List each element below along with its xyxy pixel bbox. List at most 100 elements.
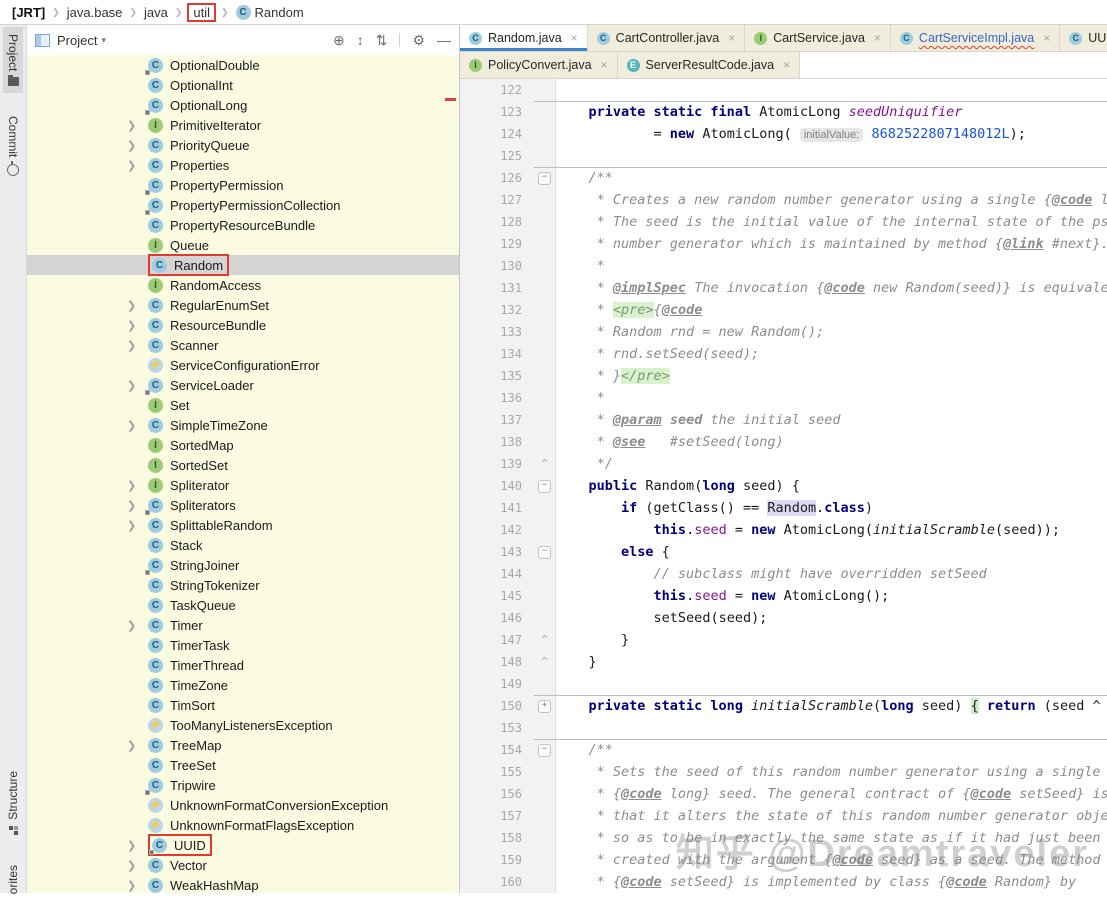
- locate-icon[interactable]: ⊕: [333, 32, 345, 49]
- tree-item-stringtokenizer[interactable]: C StringTokenizer: [27, 575, 459, 595]
- tree-item-toomanylistenersexception[interactable]: ⚡ TooManyListenersException: [27, 715, 459, 735]
- fold-marker-icon[interactable]: ^: [534, 629, 556, 651]
- tree-item-set[interactable]: I Set: [27, 395, 459, 415]
- tab-cartcontroller-java[interactable]: C CartController.java ×: [587, 25, 746, 51]
- tab-cartservice-java[interactable]: I CartService.java ×: [745, 25, 891, 51]
- fold-marker-icon[interactable]: −: [534, 167, 556, 189]
- code-editor[interactable]: 122 123 private static final AtomicLong s…: [460, 79, 1107, 893]
- tree-item-regularenumset[interactable]: ❯ C RegularEnumSet: [27, 295, 459, 315]
- tree-item-propertypermission[interactable]: C PropertyPermission: [27, 175, 459, 195]
- expand-arrow-icon[interactable]: ❯: [127, 479, 148, 492]
- collapse-region-icon[interactable]: −: [538, 743, 551, 757]
- expand-arrow-icon[interactable]: ❯: [127, 419, 148, 432]
- expand-arrow-icon[interactable]: ❯: [127, 859, 148, 872]
- tree-item-timerthread[interactable]: C TimerThread: [27, 655, 459, 675]
- tree-item-randomaccess[interactable]: I RandomAccess: [27, 275, 459, 295]
- breadcrumb-item-javabase[interactable]: java.base: [67, 5, 123, 20]
- settings-icon[interactable]: ⚙: [412, 32, 425, 49]
- expand-arrow-icon[interactable]: ❯: [127, 139, 148, 152]
- chevron-down-icon[interactable]: ▾: [101, 35, 106, 46]
- project-view-selector[interactable]: Project: [57, 33, 97, 48]
- tree-item-priorityqueue[interactable]: ❯ C PriorityQueue: [27, 135, 459, 155]
- expand-arrow-icon[interactable]: ❯: [127, 299, 148, 312]
- tree-item-taskqueue[interactable]: C TaskQueue: [27, 595, 459, 615]
- tree-item-sortedmap[interactable]: I SortedMap: [27, 435, 459, 455]
- tree-item-scanner[interactable]: ❯ C Scanner: [27, 335, 459, 355]
- tree-item-stringjoiner[interactable]: C StringJoiner: [27, 555, 459, 575]
- tree-item-unknownformatconversionexception[interactable]: ⚡ UnknownFormatConversionException: [27, 795, 459, 815]
- tree-item-simpletimezone[interactable]: ❯ C SimpleTimeZone: [27, 415, 459, 435]
- tab-uuid[interactable]: CUUID×: [1060, 25, 1107, 51]
- tree-item-spliterators[interactable]: ❯ C Spliterators: [27, 495, 459, 515]
- expand-region-icon[interactable]: +: [538, 699, 551, 713]
- tab-random-java[interactable]: C Random.java ×: [460, 25, 588, 51]
- fold-marker-icon[interactable]: −: [534, 541, 556, 563]
- tree-item-stack[interactable]: C Stack: [27, 535, 459, 555]
- hide-icon[interactable]: —: [437, 32, 451, 48]
- fold-marker-icon[interactable]: ^: [534, 651, 556, 673]
- tree-item-properties[interactable]: ❯ C Properties: [27, 155, 459, 175]
- tree-item-optionallong[interactable]: C OptionalLong: [27, 95, 459, 115]
- fold-marker-icon[interactable]: +: [534, 695, 556, 717]
- close-icon[interactable]: ×: [728, 31, 735, 45]
- close-icon[interactable]: ×: [1043, 31, 1050, 45]
- tree-item-timsort[interactable]: C TimSort: [27, 695, 459, 715]
- expand-arrow-icon[interactable]: ❯: [127, 619, 148, 632]
- expand-arrow-icon[interactable]: ❯: [127, 739, 148, 752]
- sidebar-item-structure[interactable]: Structure: [3, 764, 23, 842]
- tree-item-tripwire[interactable]: C Tripwire: [27, 775, 459, 795]
- tree-item-sortedset[interactable]: I SortedSet: [27, 455, 459, 475]
- tree-item-random[interactable]: C Random: [27, 254, 459, 276]
- breadcrumb-item-random[interactable]: C Random: [235, 4, 304, 20]
- expand-arrow-icon[interactable]: ❯: [127, 339, 148, 352]
- fold-marker-icon[interactable]: ^: [534, 453, 556, 475]
- tab-serverresultcode-java[interactable]: E ServerResultCode.java ×: [617, 52, 801, 78]
- tree-item-splittablerandom[interactable]: ❯ C SplittableRandom: [27, 515, 459, 535]
- tree-item-timertask[interactable]: C TimerTask: [27, 635, 459, 655]
- collapse-region-icon[interactable]: −: [538, 171, 551, 185]
- fold-marker-icon[interactable]: −: [534, 475, 556, 497]
- tree-item-treeset[interactable]: C TreeSet: [27, 755, 459, 775]
- close-icon[interactable]: ×: [571, 31, 578, 45]
- tree-item-vector[interactable]: ❯ C Vector: [27, 855, 459, 875]
- collapse-region-icon[interactable]: −: [538, 545, 551, 559]
- sidebar-item-project[interactable]: Project: [3, 27, 23, 94]
- tree-item-optionalint[interactable]: C OptionalInt: [27, 75, 459, 95]
- expand-arrow-icon[interactable]: ❯: [127, 119, 148, 132]
- tree-item-weakhashmap[interactable]: ❯ C WeakHashMap: [27, 875, 459, 893]
- collapse-all-icon[interactable]: ⇅: [376, 32, 388, 49]
- expand-arrow-icon[interactable]: ❯: [127, 319, 148, 332]
- tree-item-queue[interactable]: I Queue: [27, 235, 459, 255]
- tree-item-serviceloader[interactable]: ❯ C ServiceLoader: [27, 375, 459, 395]
- tab-policyconvert-java[interactable]: I PolicyConvert.java ×: [460, 52, 618, 78]
- expand-all-icon[interactable]: ↕: [357, 32, 364, 48]
- tree-item-unknownformatflagsexception[interactable]: ⚡ UnknownFormatFlagsException: [27, 815, 459, 835]
- sidebar-item-orites[interactable]: orites: [3, 858, 23, 901]
- close-icon[interactable]: ×: [874, 31, 881, 45]
- sidebar-item-commit[interactable]: Commit: [3, 109, 23, 182]
- expand-arrow-icon[interactable]: ❯: [127, 519, 148, 532]
- expand-arrow-icon[interactable]: ❯: [127, 879, 148, 892]
- tree-item-propertyresourcebundle[interactable]: C PropertyResourceBundle: [27, 215, 459, 235]
- tab-cartserviceimpl-java[interactable]: C CartServiceImpl.java ×: [890, 25, 1061, 51]
- breadcrumb-item-jrt[interactable]: [JRT]: [12, 5, 45, 20]
- expand-arrow-icon[interactable]: ❯: [127, 159, 148, 172]
- tree-item-spliterator[interactable]: ❯ I Spliterator: [27, 475, 459, 495]
- tree-item-optionaldouble[interactable]: C OptionalDouble: [27, 55, 459, 75]
- tree-item-serviceconfigurationerror[interactable]: ⚡ ServiceConfigurationError: [27, 355, 459, 375]
- tree-item-timezone[interactable]: C TimeZone: [27, 675, 459, 695]
- collapse-region-icon[interactable]: −: [538, 479, 551, 493]
- tree-item-treemap[interactable]: ❯ C TreeMap: [27, 735, 459, 755]
- breadcrumb-item-util[interactable]: util: [187, 2, 216, 22]
- expand-arrow-icon[interactable]: ❯: [127, 839, 148, 852]
- close-icon[interactable]: ×: [783, 58, 790, 72]
- tree-item-propertypermissioncollection[interactable]: C PropertyPermissionCollection: [27, 195, 459, 215]
- tree-item-timer[interactable]: ❯ C Timer: [27, 615, 459, 635]
- fold-marker-icon[interactable]: −: [534, 739, 556, 761]
- close-icon[interactable]: ×: [601, 58, 608, 72]
- tree-item-resourcebundle[interactable]: ❯ C ResourceBundle: [27, 315, 459, 335]
- tree-item-uuid[interactable]: ❯ C UUID: [27, 834, 459, 856]
- breadcrumb-item-java[interactable]: java: [144, 5, 168, 20]
- tree-item-primitiveiterator[interactable]: ❯ I PrimitiveIterator: [27, 115, 459, 135]
- class-icon: C: [145, 57, 163, 75]
